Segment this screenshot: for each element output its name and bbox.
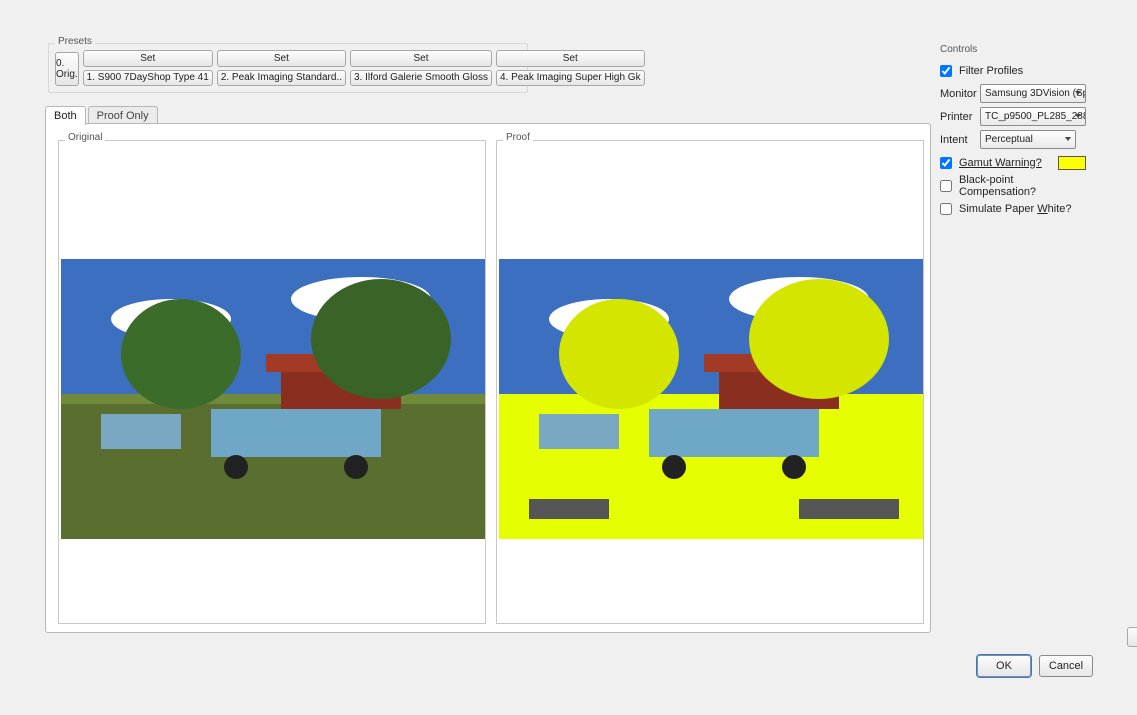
proof-image — [499, 259, 923, 539]
intent-value: Perceptual — [985, 134, 1033, 145]
preset-button-2[interactable]: 2. Peak Imaging Standard.. — [217, 70, 346, 87]
simulate-white-post: hite? — [1048, 203, 1072, 215]
printer-row: Printer TC_p9500_PL285_2880_2 — [940, 107, 1086, 126]
controls-legend: Controls — [940, 44, 1086, 55]
simulate-white-label: Simulate Paper White? — [959, 203, 1072, 215]
bpc-label: Black-point Compensation? — [959, 174, 1086, 198]
filter-profiles-row: Filter Profiles — [940, 61, 1086, 80]
preset-set-button-2[interactable]: Set — [217, 50, 346, 67]
preset-button-3[interactable]: 3. Ilford Galerie Smooth Gloss — [350, 70, 492, 87]
intent-select[interactable]: Perceptual — [980, 130, 1076, 149]
preset-button-4[interactable]: 4. Peak Imaging Super High Gk — [496, 70, 645, 87]
ok-button[interactable]: OK — [977, 655, 1031, 677]
preset-orig-label: 0. Orig. — [56, 58, 78, 80]
gamut-warning-row: Gamut Warning? — [940, 153, 1086, 172]
simulate-white-pre: Simulate Paper — [959, 203, 1037, 215]
preset-orig-button[interactable]: 0. Orig. — [55, 52, 79, 86]
preset-col-1: Set 1. S900 7DayShop Type 41 — [83, 50, 213, 86]
preset-button-1[interactable]: 1. S900 7DayShop Type 41 — [83, 70, 213, 87]
preset-set-button-1[interactable]: Set — [83, 50, 213, 67]
preset-col-4: Set 4. Peak Imaging Super High Gk — [496, 50, 645, 86]
filter-profiles-label: Filter Profiles — [959, 65, 1023, 77]
original-image — [61, 259, 485, 539]
tabs-row: Both Proof Only — [45, 105, 160, 124]
controls-panel: Controls Filter Profiles Monitor Samsung… — [940, 44, 1086, 218]
view-pane: Original Proof — [45, 123, 931, 633]
bpc-row: Black-point Compensation? — [940, 176, 1086, 195]
proof-panel: Proof Save and Stack — [496, 140, 924, 624]
presets-group: Presets 0. Orig. Set 1. S900 7DayShop Ty… — [48, 43, 528, 93]
gamut-warning-label: Gamut Warning? — [959, 157, 1042, 169]
save-and-stack-button[interactable]: Save and Stack — [1127, 627, 1137, 647]
preset-col-2: Set 2. Peak Imaging Standard.. — [217, 50, 346, 86]
filter-profiles-checkbox[interactable] — [940, 65, 952, 77]
proof-label: Proof — [503, 132, 533, 143]
simulate-white-row: Simulate Paper White? — [940, 199, 1086, 218]
monitor-row: Monitor Samsung 3DVision (Spyder — [940, 84, 1086, 103]
simulate-white-u: W — [1037, 203, 1047, 215]
intent-row: Intent Perceptual — [940, 130, 1086, 149]
presets-row: 0. Orig. Set 1. S900 7DayShop Type 41 Se… — [55, 50, 521, 86]
monitor-select[interactable]: Samsung 3DVision (Spyder — [980, 84, 1086, 103]
original-label: Original — [65, 132, 105, 143]
simulate-white-checkbox[interactable] — [940, 203, 952, 215]
presets-legend: Presets — [55, 36, 95, 47]
bpc-checkbox[interactable] — [940, 180, 952, 192]
cancel-button[interactable]: Cancel — [1039, 655, 1093, 677]
intent-label: Intent — [940, 134, 976, 146]
preset-set-button-3[interactable]: Set — [350, 50, 492, 67]
preset-set-button-4[interactable]: Set — [496, 50, 645, 67]
gamut-warning-color-swatch[interactable] — [1058, 156, 1086, 170]
monitor-value: Samsung 3DVision (Spyder — [985, 88, 1086, 99]
gamut-warning-checkbox[interactable] — [940, 157, 952, 169]
monitor-label: Monitor — [940, 88, 976, 100]
printer-value: TC_p9500_PL285_2880_2 — [985, 111, 1086, 122]
preset-col-3: Set 3. Ilford Galerie Smooth Gloss — [350, 50, 492, 86]
original-panel: Original — [58, 140, 486, 624]
printer-label: Printer — [940, 111, 976, 123]
tab-both[interactable]: Both — [45, 106, 86, 125]
dialog-footer: OK Cancel — [977, 655, 1093, 677]
printer-select[interactable]: TC_p9500_PL285_2880_2 — [980, 107, 1086, 126]
soft-proof-dialog: Presets 0. Orig. Set 1. S900 7DayShop Ty… — [0, 0, 1137, 715]
